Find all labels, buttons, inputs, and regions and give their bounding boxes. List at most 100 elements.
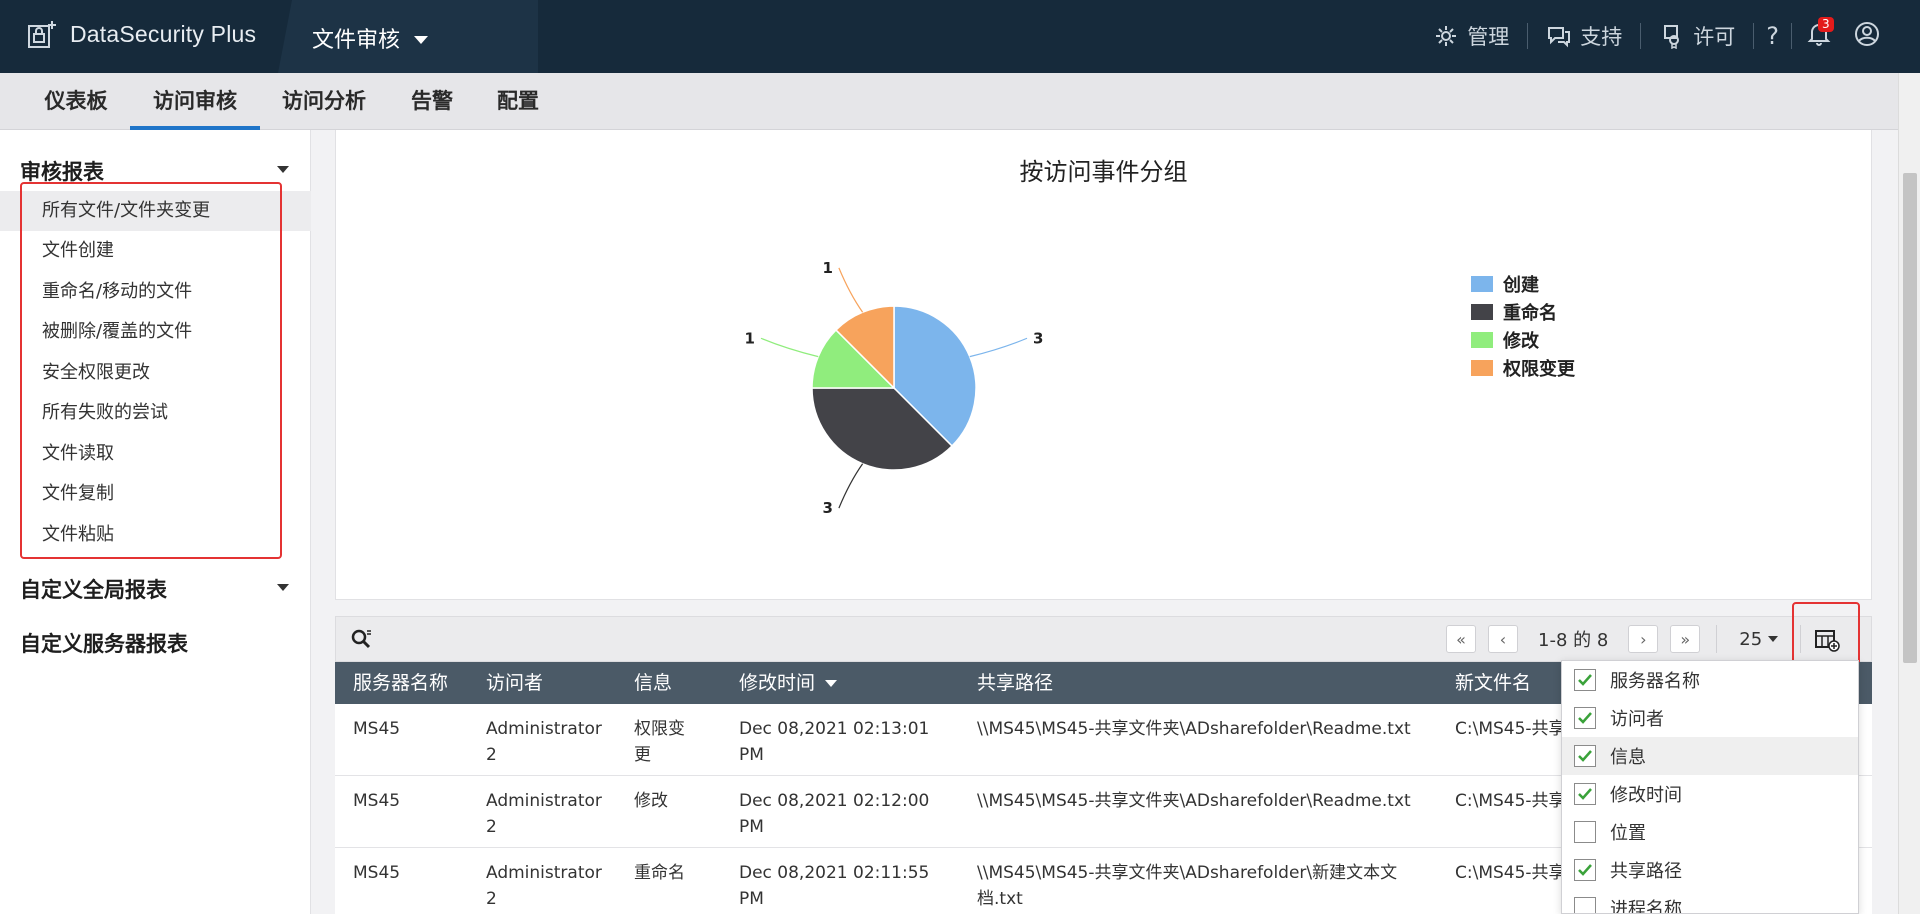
column-option-process-name[interactable]: 进程名称 bbox=[1562, 889, 1858, 914]
sidebar-item-permission-change[interactable]: 安全权限更改 bbox=[0, 353, 311, 393]
column-option-info[interactable]: 信息 bbox=[1562, 737, 1858, 775]
legend-item[interactable]: 重命名 bbox=[1471, 298, 1575, 326]
checkbox[interactable] bbox=[1574, 783, 1596, 805]
legend-label: 创建 bbox=[1503, 275, 1539, 296]
sidebar-section-audit-reports[interactable]: 审核报表 bbox=[20, 156, 303, 186]
cell-line: 权限变 bbox=[634, 719, 685, 739]
first-page-button[interactable]: « bbox=[1446, 625, 1476, 653]
cell-line: 2 bbox=[486, 817, 497, 837]
column-header-new-filename[interactable]: 新文件名 bbox=[1455, 662, 1531, 704]
sidebar-section-custom-global[interactable]: 自定义全局报表 bbox=[20, 574, 303, 604]
cell-line: Administrator bbox=[486, 719, 602, 739]
support-button[interactable]: 支持 bbox=[1528, 21, 1640, 51]
column-option-time[interactable]: 修改时间 bbox=[1562, 775, 1858, 813]
sidebar-item-file-read[interactable]: 文件读取 bbox=[0, 434, 311, 474]
legend-item[interactable]: 修改 bbox=[1471, 326, 1575, 354]
tab-access-analysis[interactable]: 访问分析 bbox=[272, 73, 376, 130]
last-page-button[interactable]: » bbox=[1670, 625, 1701, 653]
column-header-server[interactable]: 服务器名称 bbox=[353, 662, 448, 704]
cell-line: Dec 08,2021 02:12:00 bbox=[739, 791, 930, 811]
checkmark-icon bbox=[1578, 864, 1592, 876]
tab-dashboard[interactable]: 仪表板 bbox=[28, 73, 124, 130]
column-option-server[interactable]: 服务器名称 bbox=[1562, 661, 1858, 699]
pagination: « ‹ 1-8 的 8 › » 25 bbox=[1446, 625, 1805, 653]
column-option-user[interactable]: 访问者 bbox=[1562, 699, 1858, 737]
notifications-button[interactable]: 3 bbox=[1792, 17, 1846, 51]
scrollbar-thumb[interactable] bbox=[1903, 173, 1917, 663]
search-icon[interactable] bbox=[350, 628, 372, 650]
cell-line: Administrator bbox=[486, 863, 602, 883]
legend-swatch bbox=[1471, 304, 1493, 320]
pie-data-label: 3 bbox=[1033, 329, 1043, 347]
cell-line: \\MS45\MS45-共享文件夹\ADsharefolder\新建文本文 bbox=[977, 863, 1398, 883]
top-bar: DataSecurity Plus 文件审核 管理 支持 许可 ? 3 bbox=[0, 0, 1920, 73]
license-button[interactable]: 许可 bbox=[1641, 21, 1753, 51]
cell-info: 重命名 bbox=[634, 860, 685, 886]
column-header-time[interactable]: 修改时间 bbox=[739, 662, 838, 704]
per-page-select[interactable]: 25 bbox=[1733, 629, 1784, 650]
checkbox[interactable] bbox=[1574, 897, 1596, 913]
brand[interactable]: DataSecurity Plus bbox=[26, 18, 256, 50]
column-header-info[interactable]: 信息 bbox=[634, 662, 672, 704]
sidebar-item-file-paste[interactable]: 文件粘贴 bbox=[0, 515, 311, 555]
module-selector[interactable]: 文件审核 bbox=[312, 22, 429, 54]
cell-time: Dec 08,2021 02:13:01 PM bbox=[739, 716, 929, 768]
sidebar-item-renamed[interactable]: 重命名/移动的文件 bbox=[0, 272, 311, 312]
legend-label: 权限变更 bbox=[1503, 359, 1575, 380]
brand-name: DataSecurity Plus bbox=[70, 20, 257, 47]
legend-item[interactable]: 权限变更 bbox=[1471, 354, 1575, 382]
cell-time: Dec 08,2021 02:11:55 PM bbox=[739, 860, 929, 912]
sidebar-item-file-create[interactable]: 文件创建 bbox=[0, 231, 311, 271]
column-header-user[interactable]: 访问者 bbox=[486, 662, 543, 704]
checkbox[interactable] bbox=[1574, 707, 1596, 729]
chevron-down-icon bbox=[277, 166, 289, 173]
pie-connector bbox=[838, 267, 864, 313]
cell-line: 更 bbox=[634, 745, 651, 765]
cell-share-path: \\MS45\MS45-共享文件夹\ADsharefolder\新建文本文 档.t… bbox=[977, 860, 1397, 912]
sidebar-item-deleted[interactable]: 被删除/覆盖的文件 bbox=[0, 312, 311, 352]
tab-alerts[interactable]: 告警 bbox=[396, 73, 468, 130]
tab-configuration[interactable]: 配置 bbox=[482, 73, 554, 130]
admin-button[interactable]: 管理 bbox=[1415, 21, 1527, 51]
cell-new-filename: C:\MS45-共享 bbox=[1455, 863, 1566, 883]
checkmark-icon bbox=[1578, 712, 1592, 724]
column-option-share-path[interactable]: 共享路径 bbox=[1562, 851, 1858, 889]
legend-item[interactable]: 创建 bbox=[1471, 270, 1575, 298]
legend-label: 修改 bbox=[1503, 331, 1539, 352]
sidebar-item-file-copy[interactable]: 文件复制 bbox=[0, 474, 311, 514]
column-option-label: 共享路径 bbox=[1610, 861, 1682, 882]
column-option-label: 进程名称 bbox=[1610, 899, 1682, 914]
sidebar-item-all-changes[interactable]: 所有文件/文件夹变更 bbox=[0, 191, 311, 231]
checkbox[interactable] bbox=[1574, 821, 1596, 843]
chevron-down-icon bbox=[1768, 636, 1779, 642]
page-scrollbar[interactable] bbox=[1898, 73, 1920, 914]
column-option-label: 信息 bbox=[1610, 747, 1646, 768]
help-icon: ? bbox=[1766, 22, 1779, 50]
checkbox[interactable] bbox=[1574, 669, 1596, 691]
checkmark-icon bbox=[1578, 750, 1592, 762]
license-label: 许可 bbox=[1693, 25, 1736, 49]
sidebar-section-custom-server[interactable]: 自定义服务器报表 bbox=[20, 628, 188, 658]
pie-connector bbox=[969, 337, 1028, 358]
cell-share-path: \\MS45\MS45-共享文件夹\ADsharefolder\Readme.t… bbox=[977, 716, 1411, 742]
column-chooser-icon[interactable] bbox=[1814, 627, 1840, 653]
legend-swatch bbox=[1471, 360, 1493, 376]
cell-line: PM bbox=[739, 745, 764, 765]
chevron-down-icon bbox=[277, 584, 289, 591]
cell-line: PM bbox=[739, 817, 764, 837]
sidebar-item-failed-attempts[interactable]: 所有失败的尝试 bbox=[0, 393, 311, 433]
sidebar-section-label: 自定义全局报表 bbox=[20, 578, 167, 602]
column-header-share-path[interactable]: 共享路径 bbox=[977, 662, 1053, 704]
pie-connector bbox=[760, 337, 819, 358]
pie-data-label: 1 bbox=[745, 329, 755, 347]
user-button[interactable] bbox=[1846, 21, 1880, 51]
license-icon bbox=[1664, 25, 1680, 49]
tab-access-audit[interactable]: 访问审核 bbox=[130, 73, 260, 130]
next-page-button[interactable]: › bbox=[1628, 625, 1659, 653]
prev-page-button[interactable]: ‹ bbox=[1488, 625, 1518, 653]
checkbox[interactable] bbox=[1574, 859, 1596, 881]
help-button[interactable]: ? bbox=[1754, 22, 1791, 50]
checkbox[interactable] bbox=[1574, 745, 1596, 767]
column-option-label: 位置 bbox=[1610, 823, 1646, 844]
column-option-location[interactable]: 位置 bbox=[1562, 813, 1858, 851]
